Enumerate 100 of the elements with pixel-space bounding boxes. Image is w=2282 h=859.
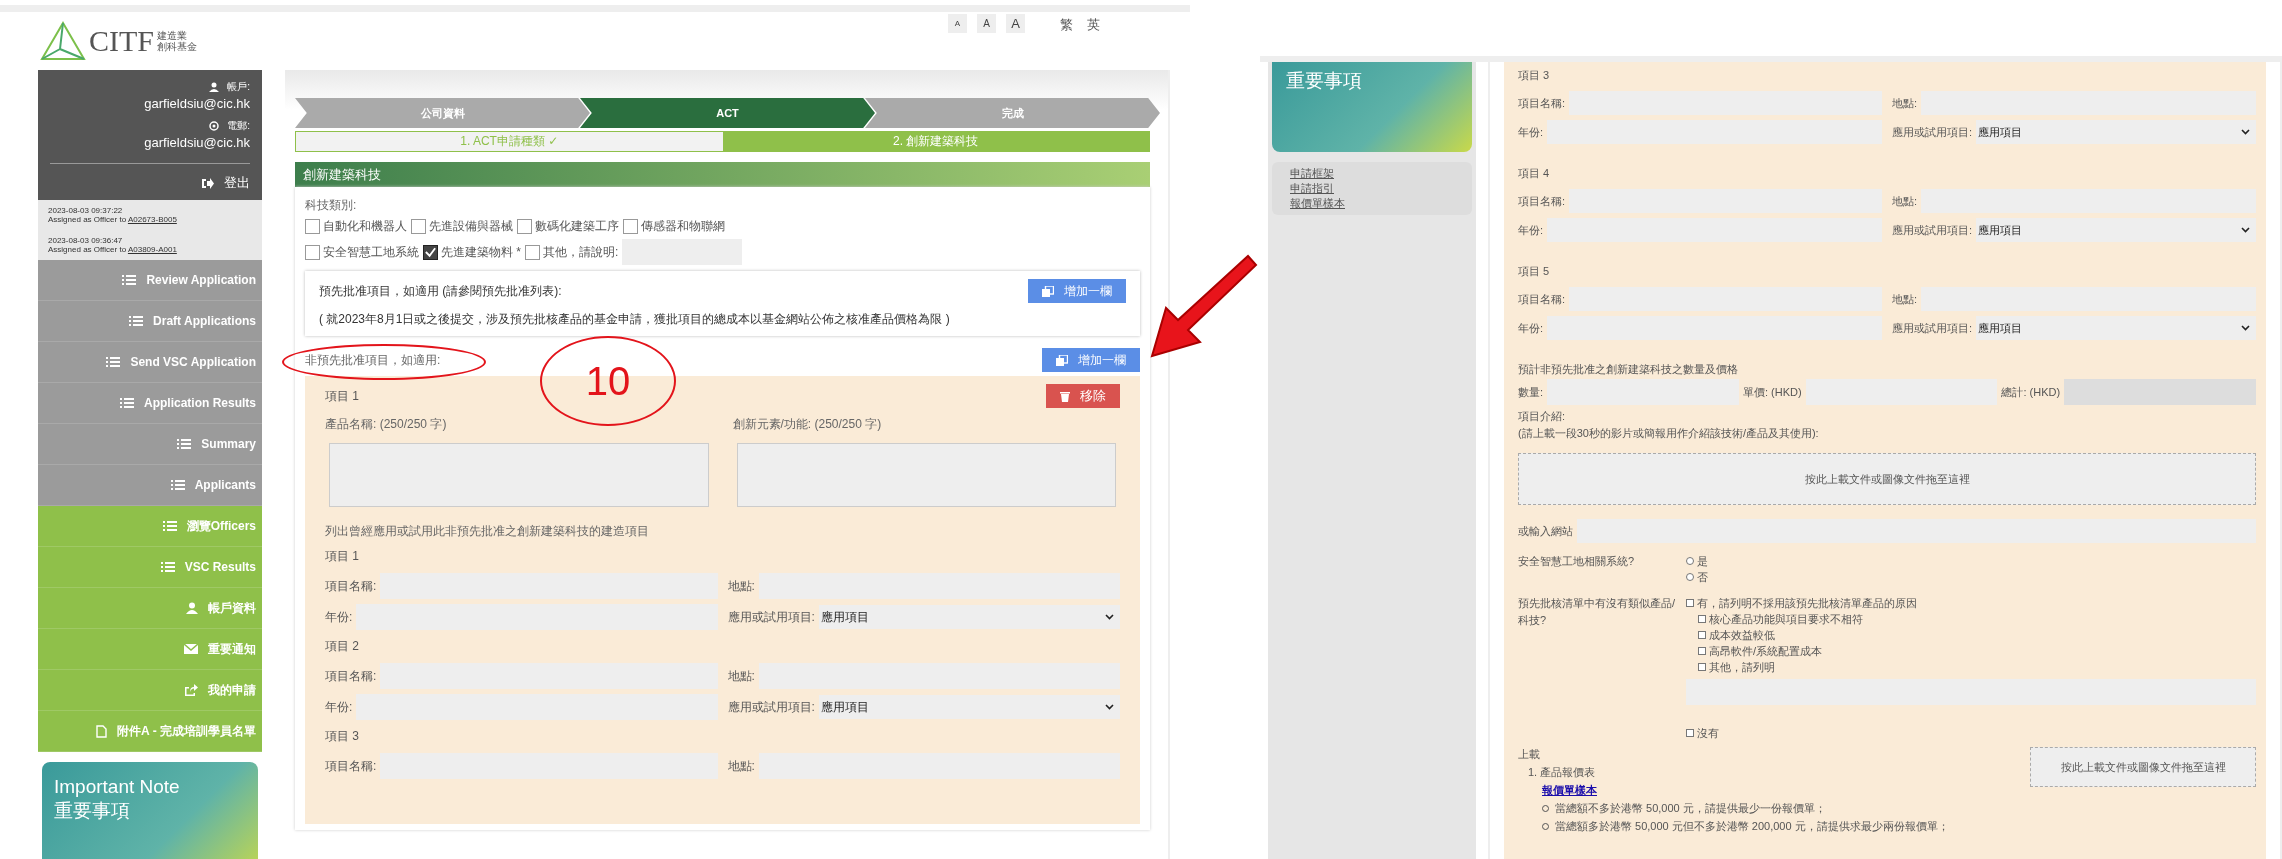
checkbox[interactable] xyxy=(305,219,320,234)
preapproved-label: 預先批准項目，如適用 (請參閱預先批准列表): xyxy=(319,282,562,300)
step-tab[interactable]: ACT xyxy=(580,98,875,128)
document-link[interactable]: 申請指引 xyxy=(1290,181,1454,196)
checkbox-label: 其他，請說明: xyxy=(543,243,619,261)
checkbox[interactable] xyxy=(1686,599,1694,607)
list-icon xyxy=(120,397,134,409)
step-tab[interactable]: 公司資料 xyxy=(295,98,590,128)
field-label: 總計: (HKD) xyxy=(2001,384,2061,400)
logo-icon xyxy=(40,21,86,61)
radio-button[interactable] xyxy=(1686,557,1694,565)
font-size-button[interactable]: A xyxy=(977,14,996,33)
checkbox[interactable] xyxy=(623,219,638,234)
radio-button[interactable] xyxy=(1686,573,1694,581)
substep-tab[interactable]: 2. 創新建築科技 xyxy=(722,132,1149,151)
email-value: garfieldsiu@cic.hk xyxy=(144,135,250,150)
upload-dropzone[interactable]: 按此上載文件或圖像文件拖至這裡 xyxy=(1518,453,2256,505)
menu-item[interactable]: 重要通知 xyxy=(38,629,262,670)
innovation-textarea[interactable] xyxy=(736,443,1116,507)
banner-subtitle: 重要事項 xyxy=(1286,70,1362,91)
checkbox[interactable] xyxy=(411,219,426,234)
menu-item[interactable]: Application Results xyxy=(38,383,262,424)
checkbox-label: 傳感器和物聯網 xyxy=(641,218,725,235)
menu-item[interactable]: 帳戶資料 xyxy=(38,588,262,629)
checkbox[interactable] xyxy=(517,219,532,234)
menu-item[interactable]: Send VSC Application xyxy=(38,342,262,383)
checkbox[interactable] xyxy=(305,244,320,260)
checkbox[interactable] xyxy=(1698,615,1706,623)
field-label: 數量: xyxy=(1518,384,1544,400)
product-name-textarea[interactable] xyxy=(329,443,709,507)
option-label: 其他，請列明 xyxy=(1709,659,1775,675)
activity-text: Assigned as Officer to xyxy=(48,215,127,224)
checkbox[interactable] xyxy=(1698,663,1706,671)
field-label: 年份: xyxy=(325,698,353,716)
logout-icon xyxy=(201,177,214,189)
copy-icon xyxy=(1056,354,1068,366)
checkbox-label: 安全智慧工地系統 xyxy=(323,243,419,261)
menu-item[interactable]: 附件A - 完成培訓學員名單 xyxy=(38,711,262,752)
application-link[interactable]: A02673-B005 xyxy=(127,215,177,224)
check-icon xyxy=(424,245,437,259)
menu-item[interactable]: VSC Results xyxy=(38,547,262,588)
font-size-button[interactable]: A xyxy=(1006,14,1025,33)
upload-title: 上載 xyxy=(1518,747,1541,762)
language-link[interactable]: 英 xyxy=(1087,16,1100,34)
checkbox[interactable] xyxy=(525,244,540,260)
option-label: 有，請列明不採用該預先批核清單產品的原因 xyxy=(1697,595,1917,611)
quotation-sample-link[interactable]: 報價單樣本 xyxy=(1518,783,1949,798)
non-preapproved-label: 非預先批准項目，如適用: xyxy=(305,351,441,369)
checkbox[interactable] xyxy=(1698,631,1706,639)
usage-select[interactable]: 應用項目 xyxy=(1976,316,2256,340)
envelope-icon xyxy=(184,644,198,654)
application-link[interactable]: A03809-A001 xyxy=(127,245,177,254)
user-icon xyxy=(209,82,220,92)
intro-label: 項目介紹: xyxy=(1518,409,1567,424)
field-label: 項目名稱: xyxy=(1518,193,1566,209)
checkbox[interactable] xyxy=(1686,729,1694,737)
logout-link[interactable]: 登出 xyxy=(201,174,250,192)
project-title: 項目 3 xyxy=(325,728,360,745)
field-label: 單價: (HKD) xyxy=(1742,384,1802,400)
upload-dropzone[interactable]: 按此上載文件或圖像文件拖至這裡 xyxy=(2030,747,2256,787)
menu-item[interactable]: Review Application xyxy=(38,260,262,301)
language-link[interactable]: 繁 xyxy=(1060,16,1073,34)
list-icon xyxy=(129,315,144,327)
add-row-button[interactable]: 增加一欄 xyxy=(1028,279,1126,303)
preapproved-note: ( 就2023年8月1日或之後提交，涉及預先批核產品的基金申請，獲批項目的總成本以基金網站公佈之核准產品價格為限 ) xyxy=(319,311,951,328)
innovation-label: 創新元素/功能: (250/250 字) xyxy=(732,416,883,433)
font-size-button[interactable]: A xyxy=(948,14,967,33)
add-row-button[interactable]: 增加一欄 xyxy=(1042,348,1140,372)
menu-item[interactable]: 我的申請 xyxy=(38,670,262,711)
menu-item[interactable]: 瀏覽Officers xyxy=(38,506,262,547)
menu-item[interactable]: Draft Applications xyxy=(38,301,262,342)
menu-item[interactable]: Summary xyxy=(38,424,262,465)
usage-select[interactable]: 應用項目 xyxy=(1976,218,2256,242)
menu-item[interactable]: Applicants xyxy=(38,465,262,506)
note-text: 當總額多於港幣 50,000 元但不多於港幣 200,000 元，請提供求最少兩份報價單； xyxy=(1555,819,1949,834)
field-label: 年份: xyxy=(325,608,353,626)
field-label: 年份: xyxy=(1518,320,1544,336)
usage-select[interactable]: 應用項目 xyxy=(1976,120,2256,144)
project-title: 項目 4 xyxy=(1518,166,1551,181)
checkbox[interactable] xyxy=(1698,647,1706,655)
option-label: 高昂軟件/系統配置成本 xyxy=(1709,643,1823,659)
product-name-label: 產品名稱: (250/250 字) xyxy=(325,416,448,433)
file-icon xyxy=(96,724,108,738)
share-icon xyxy=(184,684,198,696)
document-link[interactable]: 申請框架 xyxy=(1290,166,1454,181)
note-banner[interactable]: 重要事項 xyxy=(1272,62,1472,152)
field-label: 地點: xyxy=(727,577,755,595)
remove-button[interactable]: 移除 xyxy=(1046,384,1120,408)
checkbox-label: 先進設備與器械 xyxy=(429,218,513,235)
usage-select[interactable]: 應用項目 xyxy=(818,695,1120,719)
note-banner[interactable]: Important Note 重要事項 xyxy=(42,762,258,859)
field-label: 應用或試用項目: xyxy=(1892,124,1973,140)
step-tab[interactable]: 完成 xyxy=(865,98,1160,128)
field-label: 地點: xyxy=(727,667,755,685)
checkbox[interactable] xyxy=(423,244,438,260)
copy-icon xyxy=(1042,285,1054,297)
option-label: 成本效益較低 xyxy=(1709,627,1775,643)
usage-select[interactable]: 應用項目 xyxy=(818,605,1120,629)
document-link[interactable]: 報價單樣本 xyxy=(1290,196,1454,211)
section-header: 創新建築科技 xyxy=(295,162,1150,187)
